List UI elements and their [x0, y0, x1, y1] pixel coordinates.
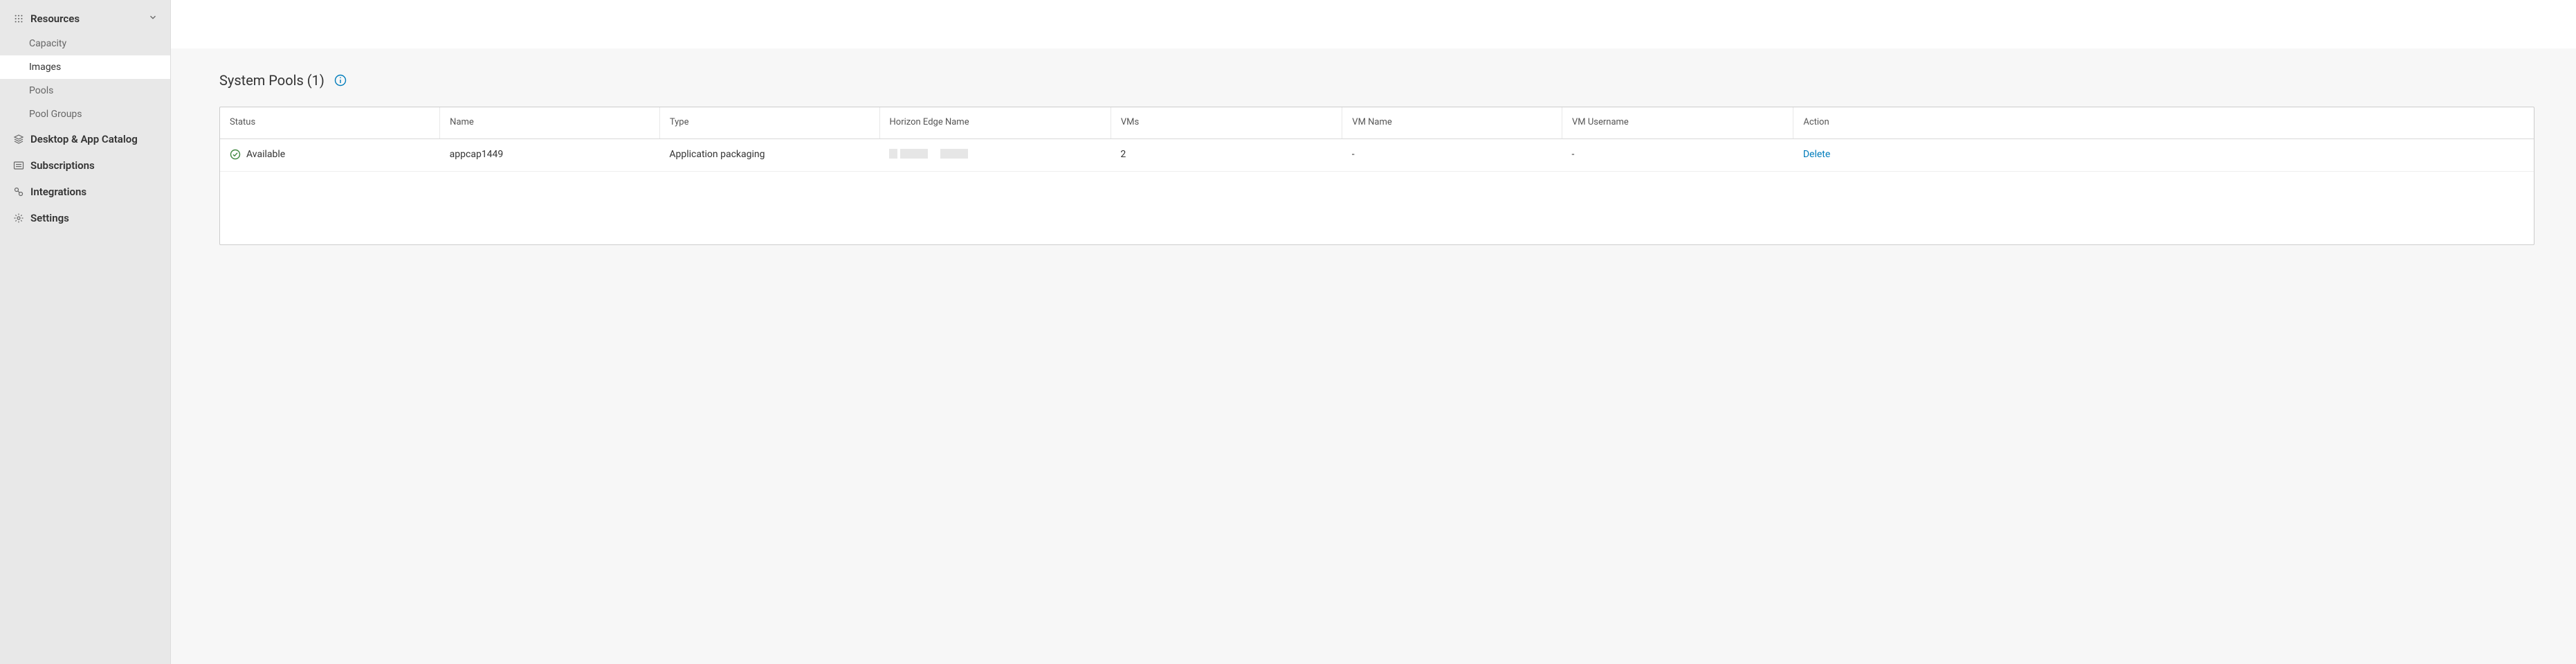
col-header-type[interactable]: Type: [659, 107, 879, 138]
delete-link[interactable]: Delete: [1803, 149, 1830, 160]
sidebar-item-label: Capacity: [29, 38, 66, 49]
table: Status Name Type Horizon Edge Name VMs V…: [220, 107, 2534, 172]
sidebar-item-label: Pools: [29, 85, 53, 96]
col-header-vm-username[interactable]: VM Username: [1562, 107, 1793, 138]
info-icon[interactable]: [334, 74, 347, 87]
redacted-block: [940, 149, 968, 159]
sidebar-item-label: Subscriptions: [30, 159, 95, 172]
cell-status: Available: [220, 138, 440, 171]
cell-vm-name: -: [1342, 138, 1562, 171]
cell-horizon-edge-name: [879, 138, 1111, 171]
list-box-icon: [12, 159, 25, 172]
sidebar-item-settings[interactable]: Settings: [0, 205, 170, 231]
col-header-horizon-edge-name[interactable]: Horizon Edge Name: [879, 107, 1111, 138]
sidebar-item-label: Integrations: [30, 186, 86, 198]
sidebar-group-resources[interactable]: Resources: [0, 6, 170, 32]
chevron-down-icon: [148, 12, 158, 25]
redacted-value: [889, 149, 1101, 161]
col-header-status[interactable]: Status: [220, 107, 440, 138]
table-head: Status Name Type Horizon Edge Name VMs V…: [220, 107, 2534, 138]
cell-action: Delete: [1793, 138, 2534, 171]
cell-name: appcap1449: [440, 138, 660, 171]
sidebar-item-pool-groups[interactable]: Pool Groups: [0, 102, 170, 126]
gear-icon: [12, 212, 25, 224]
sidebar-item-label: Pool Groups: [29, 109, 82, 120]
status-cell: Available: [230, 149, 430, 160]
table-row: Available appcap1449 Application packagi…: [220, 138, 2534, 171]
content-panel: System Pools (1) Status Name Type Horizo…: [171, 48, 2576, 664]
grid-icon: [12, 12, 25, 25]
sidebar-item-desktop-app-catalog[interactable]: Desktop & App Catalog: [0, 126, 170, 152]
panel-header: System Pools (1): [219, 72, 2534, 89]
panel-title: System Pools (1): [219, 72, 325, 89]
col-header-vm-name[interactable]: VM Name: [1342, 107, 1562, 138]
top-spacer: [171, 0, 2576, 48]
system-pools-table: Status Name Type Horizon Edge Name VMs V…: [219, 107, 2534, 245]
sidebar-item-label: Settings: [30, 212, 69, 224]
sidebar-item-pools[interactable]: Pools: [0, 79, 170, 102]
col-header-vms[interactable]: VMs: [1111, 107, 1342, 138]
cell-type: Application packaging: [659, 138, 879, 171]
link-icon: [12, 186, 25, 198]
sidebar-item-label: Images: [29, 62, 61, 73]
sidebar-item-integrations[interactable]: Integrations: [0, 179, 170, 205]
sidebar-item-label: Desktop & App Catalog: [30, 133, 138, 145]
redacted-block: [889, 149, 897, 159]
main-content: System Pools (1) Status Name Type Horizo…: [171, 0, 2576, 664]
sidebar-group-label: Resources: [30, 12, 80, 25]
check-circle-icon: [230, 149, 241, 160]
redacted-block: [900, 149, 928, 159]
cell-vm-username: -: [1562, 138, 1793, 171]
sidebar: Resources Capacity Images Pools Pool Gro…: [0, 0, 171, 664]
layers-icon: [12, 133, 25, 145]
col-header-name[interactable]: Name: [440, 107, 660, 138]
sidebar-item-images[interactable]: Images: [0, 55, 170, 79]
table-body: Available appcap1449 Application packagi…: [220, 138, 2534, 171]
sidebar-item-subscriptions[interactable]: Subscriptions: [0, 152, 170, 179]
table-header-row: Status Name Type Horizon Edge Name VMs V…: [220, 107, 2534, 138]
sidebar-item-capacity[interactable]: Capacity: [0, 32, 170, 55]
status-text: Available: [246, 149, 285, 160]
col-header-action[interactable]: Action: [1793, 107, 2534, 138]
cell-vms: 2: [1111, 138, 1342, 171]
